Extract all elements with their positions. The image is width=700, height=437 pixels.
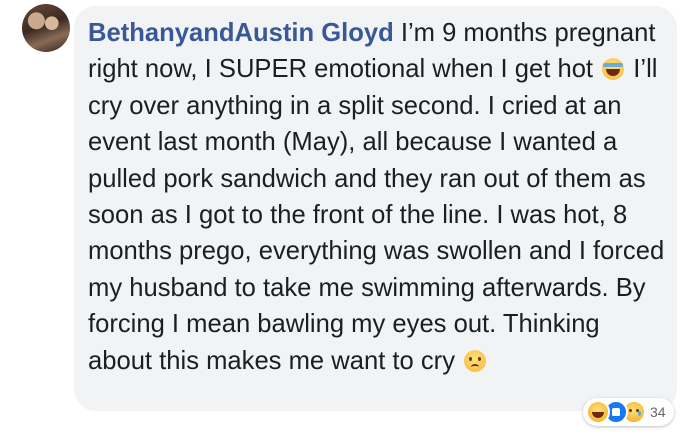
comment-body: BethanyandAustin Gloyd I’m 9 months preg…	[88, 15, 665, 379]
laughing-with-tears-icon	[602, 58, 625, 81]
reactions-summary[interactable]: 34	[583, 398, 674, 426]
comment-author-link[interactable]: BethanyandAustin Gloyd	[88, 19, 394, 47]
reaction-count: 34	[650, 404, 666, 420]
haha-reaction-icon	[586, 400, 610, 424]
comment-bubble: BethanyandAustin Gloyd I’m 9 months preg…	[74, 6, 677, 411]
avatar[interactable]	[22, 4, 70, 52]
comment-text-part2: I’ll cry over anything in a split second…	[88, 55, 665, 375]
sad-face-icon	[464, 349, 487, 372]
